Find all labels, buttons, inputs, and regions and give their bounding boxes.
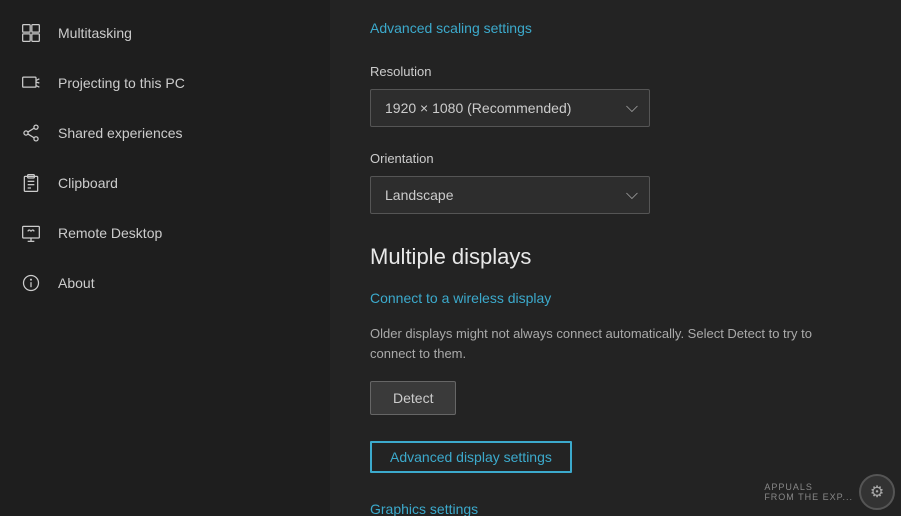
about-icon bbox=[20, 272, 42, 294]
multitasking-icon bbox=[20, 22, 42, 44]
orientation-select[interactable]: Landscape bbox=[370, 176, 650, 214]
watermark-text: APPUALSFROM THE EXP... bbox=[764, 482, 853, 502]
sidebar-item-projecting[interactable]: Projecting to this PC bbox=[0, 58, 330, 108]
orientation-dropdown-container: Landscape ⌵ bbox=[370, 176, 650, 214]
sidebar-item-label: Clipboard bbox=[58, 175, 118, 191]
sidebar-item-label: Remote Desktop bbox=[58, 225, 162, 241]
sidebar-item-label: Multitasking bbox=[58, 25, 132, 41]
advanced-scaling-link[interactable]: Advanced scaling settings bbox=[370, 20, 861, 36]
resolution-dropdown-container: 1920 × 1080 (Recommended) ⌵ bbox=[370, 89, 650, 127]
orientation-label: Orientation bbox=[370, 151, 861, 166]
sidebar-item-shared[interactable]: Shared experiences bbox=[0, 108, 330, 158]
remote-desktop-icon bbox=[20, 222, 42, 244]
watermark-logo: ⚙ bbox=[859, 474, 895, 510]
sidebar: Multitasking Projecting to this PC Share… bbox=[0, 0, 330, 516]
main-content: Advanced scaling settings Resolution 192… bbox=[330, 0, 901, 516]
sidebar-item-remote-desktop[interactable]: Remote Desktop bbox=[0, 208, 330, 258]
sidebar-item-clipboard[interactable]: Clipboard bbox=[0, 158, 330, 208]
advanced-display-settings-link[interactable]: Advanced display settings bbox=[370, 441, 572, 473]
clipboard-icon bbox=[20, 172, 42, 194]
sidebar-item-label: Shared experiences bbox=[58, 125, 183, 141]
resolution-section: Resolution 1920 × 1080 (Recommended) ⌵ bbox=[370, 64, 861, 127]
sidebar-item-label: Projecting to this PC bbox=[58, 75, 185, 91]
orientation-section: Orientation Landscape ⌵ bbox=[370, 151, 861, 214]
multiple-displays-title: Multiple displays bbox=[370, 244, 861, 270]
helper-text: Older displays might not always connect … bbox=[370, 324, 820, 363]
projecting-icon bbox=[20, 72, 42, 94]
resolution-label: Resolution bbox=[370, 64, 861, 79]
watermark: APPUALSFROM THE EXP... ⚙ bbox=[764, 474, 895, 510]
detect-button[interactable]: Detect bbox=[370, 381, 456, 415]
wireless-display-link[interactable]: Connect to a wireless display bbox=[370, 290, 861, 306]
sidebar-item-about[interactable]: About bbox=[0, 258, 330, 308]
sidebar-item-multitasking[interactable]: Multitasking bbox=[0, 8, 330, 58]
resolution-select[interactable]: 1920 × 1080 (Recommended) bbox=[370, 89, 650, 127]
shared-icon bbox=[20, 122, 42, 144]
sidebar-item-label: About bbox=[58, 275, 95, 291]
